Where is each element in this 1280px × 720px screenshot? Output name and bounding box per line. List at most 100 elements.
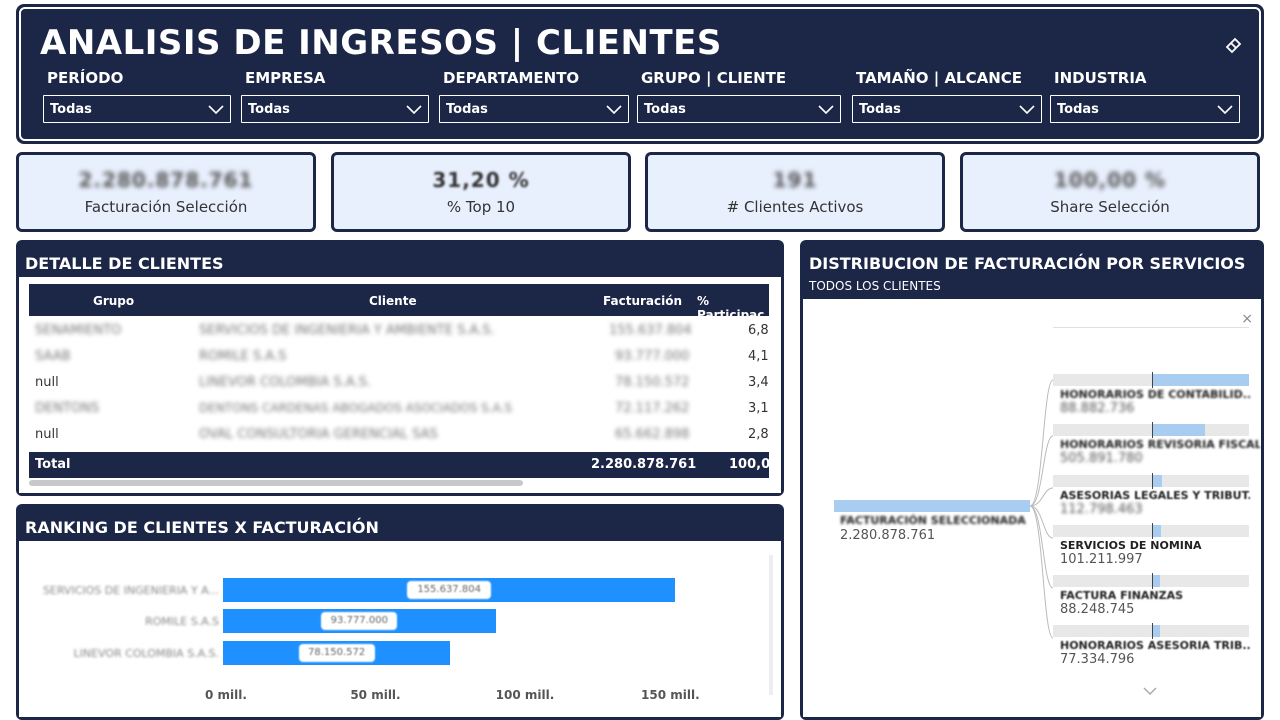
kpi-card: 31,20 % % Top 10 bbox=[334, 155, 628, 229]
dropdown-value: Todas bbox=[1057, 101, 1099, 117]
decomposition-tree: × FACTURACIÓN SELECCIONADA 2.280.878.761… bbox=[803, 299, 1261, 717]
filter-grupo-cliente: GRUPO | CLIENTE Todas bbox=[637, 69, 841, 123]
node-bar bbox=[1152, 575, 1160, 587]
cell-cliente: ROMILE S.A.S bbox=[199, 349, 287, 364]
total-participacion: 100,0 bbox=[729, 457, 771, 472]
node-name: HONORARIOS ASESORIA TRIB... bbox=[1060, 639, 1250, 652]
cell-grupo: null bbox=[35, 427, 59, 442]
node-name: ASESORIAS LEGALES Y TRIBUT... bbox=[1060, 489, 1250, 502]
dropdown-value: Todas bbox=[446, 101, 488, 117]
kpi-card: 2.280.878.761 Facturación Selección bbox=[19, 155, 313, 229]
kpi-share-seleccion: 100,00 % Share Selección bbox=[960, 152, 1260, 232]
x-tick-label: 150 mill. bbox=[641, 688, 700, 702]
cell-grupo: SENAMIENTO bbox=[35, 323, 122, 338]
node-bar bbox=[1152, 625, 1160, 637]
cell-grupo: null bbox=[35, 375, 59, 390]
node-bar bbox=[1152, 374, 1249, 386]
cell-facturacion: 72.117.262 bbox=[615, 401, 690, 416]
node-name: HONORARIOS REVISORIA FISCAL bbox=[1060, 438, 1260, 451]
node-value: 505.891.780 bbox=[1060, 451, 1143, 466]
dropdown-value: Todas bbox=[859, 101, 901, 117]
node-marker bbox=[1152, 372, 1153, 388]
dropdown-empresa[interactable]: Todas bbox=[241, 95, 429, 123]
bar-label: SERVICIOS DE INGENIERIA Y A... bbox=[42, 584, 219, 597]
table-row[interactable]: SENAMIENTO SERVICIOS DE INGENIERIA Y AMB… bbox=[29, 318, 769, 344]
horizontal-scrollbar[interactable] bbox=[29, 480, 523, 486]
kpi-clientes-activos: 191 # Clientes Activos bbox=[645, 152, 945, 232]
header-panel: ANALISIS DE INGRESOS | CLIENTES PERÍODO … bbox=[16, 4, 1264, 144]
kpi-label: # Clientes Activos bbox=[726, 198, 864, 216]
dropdown-value: Todas bbox=[644, 101, 686, 117]
filter-empresa: EMPRESA Todas bbox=[241, 69, 429, 123]
node-name: FACTURA FINANZAS bbox=[1060, 589, 1184, 602]
distribucion-panel: DISTRIBUCION DE FACTURACIÓN POR SERVICIO… bbox=[800, 240, 1264, 720]
chevron-down-icon bbox=[1019, 105, 1035, 114]
column-header-grupo[interactable]: Grupo bbox=[93, 294, 134, 308]
bar-data-label: 93.777.000 bbox=[321, 612, 398, 630]
dropdown-grupo-cliente[interactable]: Todas bbox=[637, 95, 841, 123]
kpi-label: Share Selección bbox=[1050, 198, 1170, 216]
kpi-facturacion-seleccion: 2.280.878.761 Facturación Selección bbox=[16, 152, 316, 232]
cell-cliente: DENTONS CARDENAS ABOGADOS ASOCIADOS S.A.… bbox=[199, 401, 513, 415]
kpi-label: Facturación Selección bbox=[84, 198, 248, 216]
kpi-value: 31,20 % bbox=[432, 168, 530, 192]
header-frame: ANALISIS DE INGRESOS | CLIENTES PERÍODO … bbox=[19, 7, 1261, 141]
node-name: HONORARIOS DE CONTABILID... bbox=[1060, 388, 1250, 401]
node-name: SERVICIOS DE NOMINA bbox=[1060, 539, 1202, 552]
x-tick-label: 0 mill. bbox=[205, 688, 247, 702]
node-value: 88.248.745 bbox=[1060, 602, 1135, 617]
dropdown-departamento[interactable]: Todas bbox=[439, 95, 629, 123]
kpi-value: 2.280.878.761 bbox=[78, 168, 254, 192]
kpi-value: 191 bbox=[772, 168, 818, 192]
dropdown-tamano-alcance[interactable]: Todas bbox=[852, 95, 1042, 123]
node-bar bbox=[1152, 475, 1162, 487]
bar-data-label: 78.150.572 bbox=[298, 644, 375, 662]
ranking-panel: RANKING DE CLIENTES X FACTURACIÓN SERVIC… bbox=[16, 504, 784, 720]
column-header-cliente[interactable]: Cliente bbox=[369, 294, 417, 308]
x-tick-label: 100 mill. bbox=[495, 688, 555, 702]
filter-label: EMPRESA bbox=[245, 69, 326, 87]
cell-facturacion: 65.662.898 bbox=[615, 427, 690, 442]
filter-departamento: DEPARTAMENTO Todas bbox=[439, 69, 629, 123]
table-row[interactable]: SAAB ROMILE S.A.S 93.777.000 4,1 bbox=[29, 344, 769, 370]
node-bar-track bbox=[1053, 424, 1249, 436]
node-bar bbox=[1152, 525, 1161, 537]
vertical-scrollbar[interactable] bbox=[769, 555, 773, 695]
cell-cliente: OVAL CONSULTORIA GERENCIAL SAS bbox=[199, 427, 438, 442]
node-marker bbox=[1152, 422, 1153, 438]
filter-label: PERÍODO bbox=[47, 69, 124, 87]
filter-industria: INDUSTRIA Todas bbox=[1050, 69, 1240, 123]
node-marker bbox=[1152, 473, 1153, 489]
cell-facturacion: 155.637.804 bbox=[609, 323, 692, 338]
dropdown-industria[interactable]: Todas bbox=[1050, 95, 1240, 123]
dropdown-value: Todas bbox=[50, 101, 92, 117]
kpi-card: 191 # Clientes Activos bbox=[648, 155, 942, 229]
filter-label: INDUSTRIA bbox=[1054, 69, 1147, 87]
node-value: 112.798.463 bbox=[1060, 502, 1143, 517]
node-bar-track bbox=[1053, 475, 1249, 487]
chevron-down-icon[interactable] bbox=[1142, 686, 1158, 696]
table-total-row: Total 2.280.878.761 100,0 bbox=[29, 452, 771, 478]
cell-participacion: 4,1 bbox=[748, 349, 769, 364]
detalle-clientes-panel: DETALLE DE CLIENTES Grupo Cliente Factur… bbox=[16, 240, 784, 496]
node-bar-track bbox=[1053, 525, 1249, 537]
dropdown-periodo[interactable]: Todas bbox=[43, 95, 231, 123]
cell-facturacion: 93.777.000 bbox=[615, 349, 690, 364]
table-row[interactable]: null LINEVOR COLOMBIA S.A.S. 78.150.572 … bbox=[29, 370, 769, 396]
kpi-label: % Top 10 bbox=[446, 198, 516, 216]
dropdown-value: Todas bbox=[248, 101, 290, 117]
panel-subtitle: TODOS LOS CLIENTES bbox=[809, 279, 941, 293]
chevron-down-icon bbox=[818, 105, 834, 114]
kpi-top-10: 31,20 % % Top 10 bbox=[331, 152, 631, 232]
filter-periodo: PERÍODO Todas bbox=[43, 69, 231, 123]
table-row[interactable]: null OVAL CONSULTORIA GERENCIAL SAS 65.6… bbox=[29, 422, 769, 448]
table-row[interactable]: DENTONS DENTONS CARDENAS ABOGADOS ASOCIA… bbox=[29, 396, 769, 422]
cell-grupo: DENTONS bbox=[35, 401, 100, 416]
eraser-icon[interactable] bbox=[1223, 33, 1245, 55]
cell-participacion: 2,8 bbox=[748, 427, 769, 442]
column-header-facturacion[interactable]: Facturación bbox=[603, 294, 682, 308]
kpi-card: 100,00 % Share Selección bbox=[963, 155, 1257, 229]
chevron-down-icon bbox=[208, 105, 224, 114]
bar-label: ROMILE S.A.S bbox=[145, 615, 219, 628]
ranking-chart: SERVICIOS DE INGENIERIA Y A... ROMILE S.… bbox=[19, 541, 781, 717]
